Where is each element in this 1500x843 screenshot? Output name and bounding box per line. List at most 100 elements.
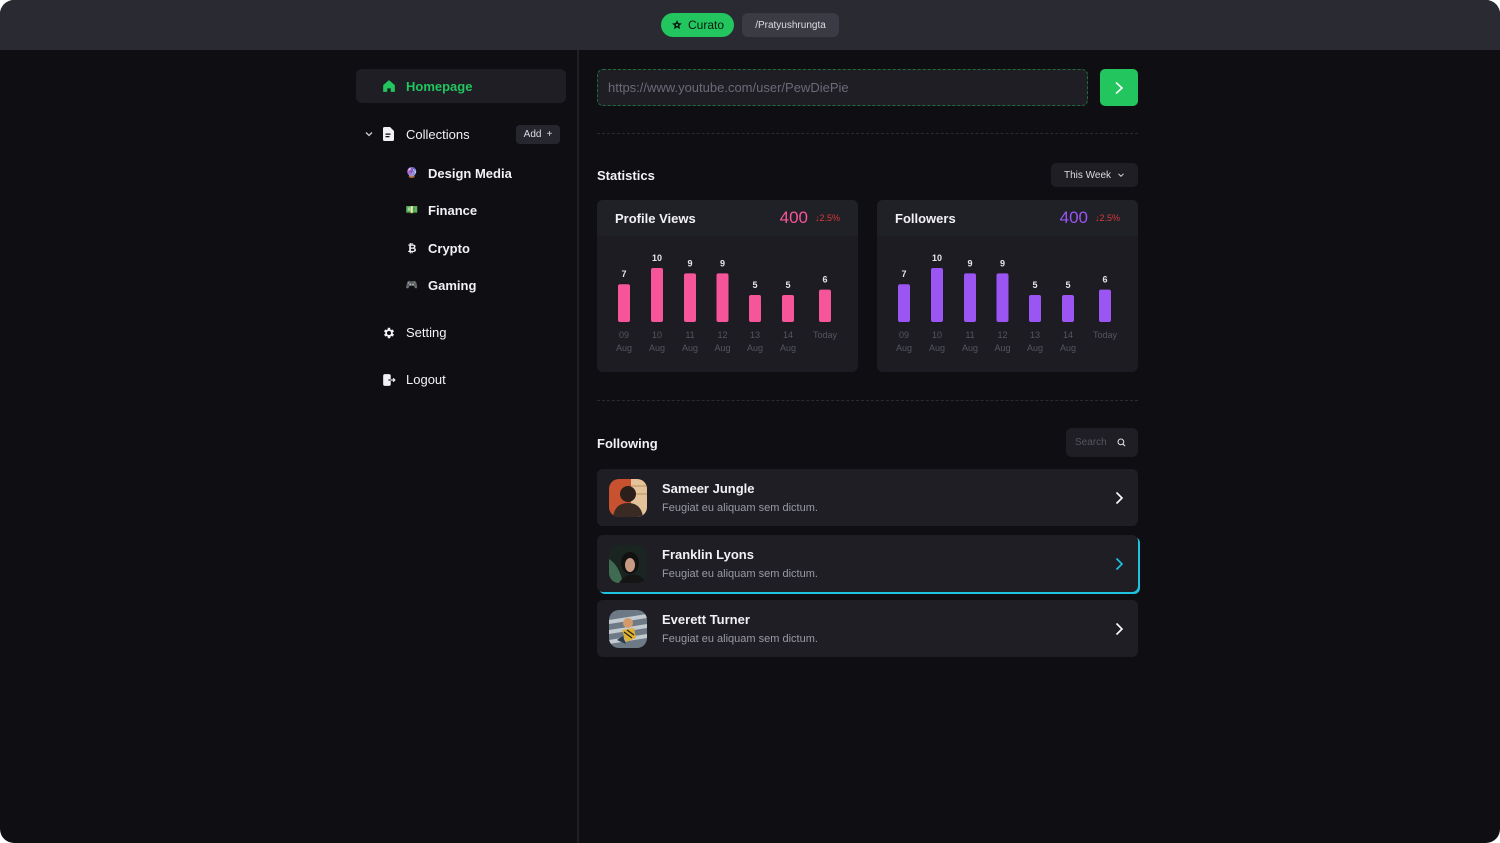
following-subtitle: Feugiat eu aliquam sem dictum. (662, 633, 818, 645)
chart-bar (996, 273, 1009, 322)
avatar (609, 478, 647, 517)
chart-x-tick-label: 12 (997, 330, 1007, 340)
chart-data-label: 5 (785, 280, 790, 290)
chart-bar (618, 284, 630, 322)
following-name: Everett Turner (662, 612, 750, 627)
chart-bar (749, 295, 761, 322)
stat-title: Followers (895, 210, 956, 226)
chart-x-tick-label: 13 (750, 330, 760, 340)
chart-x-tick-label: 14 (783, 330, 793, 340)
following-item[interactable]: Everett Turner Feugiat eu aliquam sem di… (597, 600, 1138, 657)
statistics-title: Statistics (597, 168, 655, 183)
chart-x-tick-label: 12 (717, 330, 727, 340)
following-name: Sameer Jungle (662, 481, 755, 496)
period-select[interactable]: This Week (1051, 163, 1138, 187)
chart-x-tick-label: 11 (965, 330, 974, 340)
stat-value: 400 (779, 208, 808, 227)
period-value: This Week (1063, 169, 1112, 181)
collection-item-gaming[interactable]: 🎮 Gaming (405, 278, 477, 293)
gear-icon (383, 327, 395, 338)
sidebar-item-collections[interactable]: Collections Add + (364, 124, 560, 144)
chart-x-tick-label: Aug (649, 343, 665, 353)
stat-card-header: Profile Views 400 ↓2.5% (597, 200, 858, 236)
chevron-right-icon (1115, 622, 1124, 635)
add-label: Add (523, 128, 542, 140)
chevron-down-icon[interactable] (364, 129, 374, 139)
following-search-input[interactable]: Search (1066, 428, 1138, 457)
chart-x-tick-label: 10 (652, 330, 662, 340)
sidebar-item-label: Homepage (406, 78, 473, 94)
chart-data-label: 9 (720, 258, 725, 268)
chart-data-label: 9 (967, 258, 972, 268)
chart-bar (1099, 289, 1111, 322)
channel-url-input[interactable] (597, 69, 1088, 106)
logout-icon (383, 373, 396, 386)
chart-x-tick-label: Aug (714, 343, 730, 353)
submit-url-button[interactable] (1100, 69, 1138, 106)
sidebar-item-label: Setting (406, 325, 447, 340)
brand-button[interactable]: Curato (661, 13, 734, 37)
following-item[interactable]: Franklin Lyons Feugiat eu aliquam sem di… (597, 535, 1138, 592)
following-item[interactable]: Sameer Jungle Feugiat eu aliquam sem dic… (597, 469, 1138, 526)
chart-x-tick-label: Aug (929, 343, 945, 353)
stat-card-header: Followers 400 ↓2.5% (877, 200, 1138, 236)
chart-x-tick-label: 09 (619, 330, 629, 340)
following-subtitle: Feugiat eu aliquam sem dictum. (662, 568, 818, 580)
profile-views-chart: 7 09 Aug 10 10 Aug 9 11 Aug 9 12 Aug 5 13 Aug 5 14 Aug 6 To… (616, 253, 838, 353)
stat-delta: ↓2.5% (1094, 213, 1120, 223)
user-handle: /Pratyushrungta (755, 19, 826, 31)
stat-value: 400 (1059, 208, 1088, 227)
sidebar-item-logout[interactable]: Logout (382, 372, 446, 387)
collection-item-finance[interactable]: 💵 Finance (405, 203, 477, 218)
sidebar-item-homepage[interactable]: Homepage (356, 69, 566, 103)
chart-bar (931, 268, 943, 322)
following-subtitle: Feugiat eu aliquam sem dictum. (662, 502, 818, 514)
chevron-right-icon (1115, 491, 1124, 504)
stat-title: Profile Views (615, 210, 696, 226)
chevron-right-icon (1115, 81, 1124, 94)
stat-delta: ↓2.5% (814, 213, 840, 223)
collection-label: Design Media (428, 166, 512, 181)
sidebar-item-setting[interactable]: Setting (382, 325, 446, 340)
document-icon (383, 127, 394, 141)
sidebar-item-label: Logout (406, 372, 446, 387)
bitcoin-icon: ₿ (407, 242, 417, 255)
section-divider (597, 133, 1138, 134)
home-icon (383, 80, 395, 92)
following-name: Franklin Lyons (662, 547, 754, 562)
chart-x-tick-label: Aug (682, 343, 698, 353)
chart-bar (684, 273, 696, 322)
chart-data-label: 10 (652, 253, 662, 263)
chart-x-tick-label: 11 (685, 330, 694, 340)
search-placeholder: Search (1075, 437, 1107, 448)
chart-x-tick-label: Aug (1060, 343, 1076, 353)
chart-x-tick-label: Aug (616, 343, 632, 353)
collection-item-crypto[interactable]: ₿ Crypto (405, 241, 470, 256)
chart-x-tick-label: Aug (962, 343, 978, 353)
following-title: Following (597, 436, 658, 451)
chart-x-tick-label: 10 (932, 330, 942, 340)
avatar (609, 609, 647, 648)
chart-data-label: 6 (1102, 275, 1107, 285)
user-handle-button[interactable]: /Pratyushrungta (742, 13, 839, 37)
collection-label: Crypto (428, 241, 470, 256)
chart-bar (1029, 295, 1041, 322)
chart-data-label: 5 (752, 280, 757, 290)
chart-x-tick-label: Aug (1027, 343, 1043, 353)
chart-x-tick-label: Aug (994, 343, 1010, 353)
app-window: Curato /Pratyushrungta Homepage Collecti… (0, 0, 1500, 843)
chart-bar (1062, 295, 1074, 322)
star-badge-icon (672, 20, 682, 30)
chevron-right-icon (1115, 557, 1124, 570)
chart-bar (782, 295, 794, 322)
collection-item-design-media[interactable]: 🔮 Design Media (405, 166, 512, 181)
stat-card-profile-views: Profile Views 400 ↓2.5% 7 09 Aug 10 10 Aug 9 11… (597, 200, 858, 372)
chart-bar (898, 284, 910, 322)
chart-data-label: 9 (687, 258, 692, 268)
chart-data-label: 9 (1000, 258, 1005, 268)
chevron-down-icon (1118, 173, 1124, 178)
sidebar-item-label: Collections (406, 126, 470, 142)
add-collection-button[interactable]: Add + (516, 124, 560, 144)
chart-data-label: 7 (621, 269, 626, 279)
stat-card-followers: Followers 400 ↓2.5% 7 09 Aug 10 10 Aug 9 11 Aug 9… (877, 200, 1138, 372)
